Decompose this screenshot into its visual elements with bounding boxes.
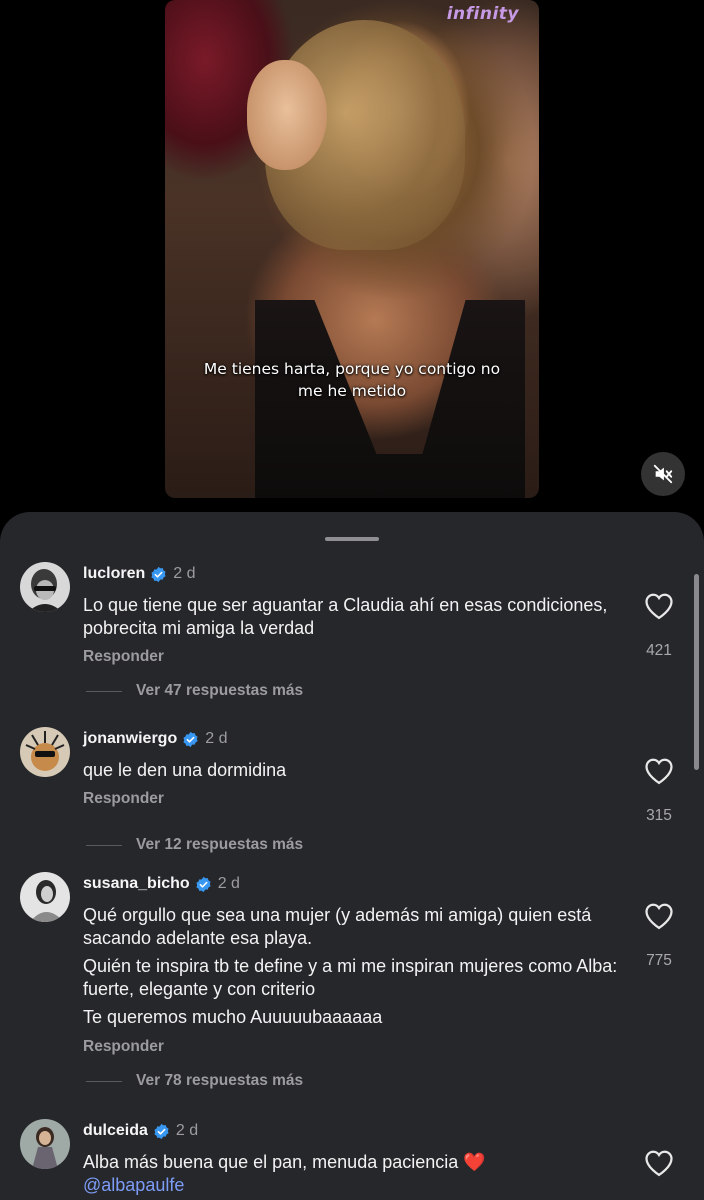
reply-button[interactable]: Responder <box>83 790 164 808</box>
comment-text: Qué orgullo que sea una mujer (y además … <box>83 905 592 948</box>
video-frame-face <box>247 60 327 170</box>
heart-icon[interactable] <box>644 1149 674 1177</box>
comment-time: 2 d <box>217 875 240 892</box>
replies-divider <box>86 1081 122 1082</box>
like-count: 421 <box>646 642 672 659</box>
like-count: 775 <box>646 952 672 969</box>
like-count: 315 <box>646 807 672 824</box>
video-player[interactable]: infinity Me tienes harta, porque yo cont… <box>165 0 539 498</box>
verified-badge-icon <box>151 566 166 582</box>
comment-header: jonanwiergo 2 d <box>83 730 227 748</box>
comment-time: 2 d <box>205 730 228 747</box>
avatar[interactable] <box>20 1119 70 1169</box>
comment-header: dulceida 2 d <box>83 1122 198 1140</box>
reply-button[interactable]: Responder <box>83 648 164 666</box>
avatar[interactable] <box>20 727 70 777</box>
avatar[interactable] <box>20 872 70 922</box>
username[interactable]: lucloren <box>83 565 145 583</box>
sheet-grabber[interactable] <box>325 537 379 541</box>
heart-emoji: ❤️ <box>463 1152 486 1172</box>
video-subtitle: Me tienes harta, porque yo contigo no me… <box>203 360 501 400</box>
scrollbar[interactable] <box>694 574 699 770</box>
replies-divider <box>86 845 122 846</box>
reply-button[interactable]: Responder <box>83 1038 164 1056</box>
verified-badge-icon <box>154 1123 169 1139</box>
username[interactable]: jonanwiergo <box>83 730 177 748</box>
heart-icon[interactable] <box>644 902 674 930</box>
brand-logo: infinity <box>446 4 519 24</box>
verified-badge-icon <box>196 876 211 892</box>
view-more-replies[interactable]: Ver 12 respuestas más <box>136 836 303 854</box>
view-more-replies[interactable]: Ver 47 respuestas más <box>136 682 303 700</box>
comment-text: que le den una dormidina <box>83 760 287 780</box>
view-more-replies[interactable]: Ver 78 respuestas más <box>136 1072 303 1090</box>
mute-button[interactable] <box>641 452 685 496</box>
replies-divider <box>86 691 122 692</box>
comment-text: Lo que tiene que ser aguantar a Claudia … <box>83 595 608 638</box>
heart-icon[interactable] <box>644 757 674 785</box>
username[interactable]: dulceida <box>83 1122 148 1140</box>
username[interactable]: susana_bicho <box>83 875 190 893</box>
comment-text: Quién te inspira tb te define y a mi me … <box>83 956 618 999</box>
comment-time: 2 d <box>175 1122 199 1139</box>
mention-link[interactable]: @albapaulfe <box>83 1175 184 1195</box>
comment-header: susana_bicho 2 d <box>83 875 240 893</box>
speaker-muted-icon <box>653 464 673 484</box>
avatar[interactable] <box>20 562 70 612</box>
comment-text-body: Alba más buena que el pan, menuda pacien… <box>83 1152 459 1172</box>
comment-text: Alba más buena que el pan, menuda pacien… <box>83 1151 623 1197</box>
comment-time: 2 d <box>173 565 196 582</box>
comment-header: lucloren 2 d <box>83 565 195 583</box>
heart-icon[interactable] <box>644 592 674 620</box>
verified-badge-icon <box>183 731 198 747</box>
comments-sheet: lucloren 2 d Lo que tiene que ser aguant… <box>0 512 704 1200</box>
comment-text: Te queremos mucho Auuuuubaaaaaa <box>83 1007 383 1027</box>
